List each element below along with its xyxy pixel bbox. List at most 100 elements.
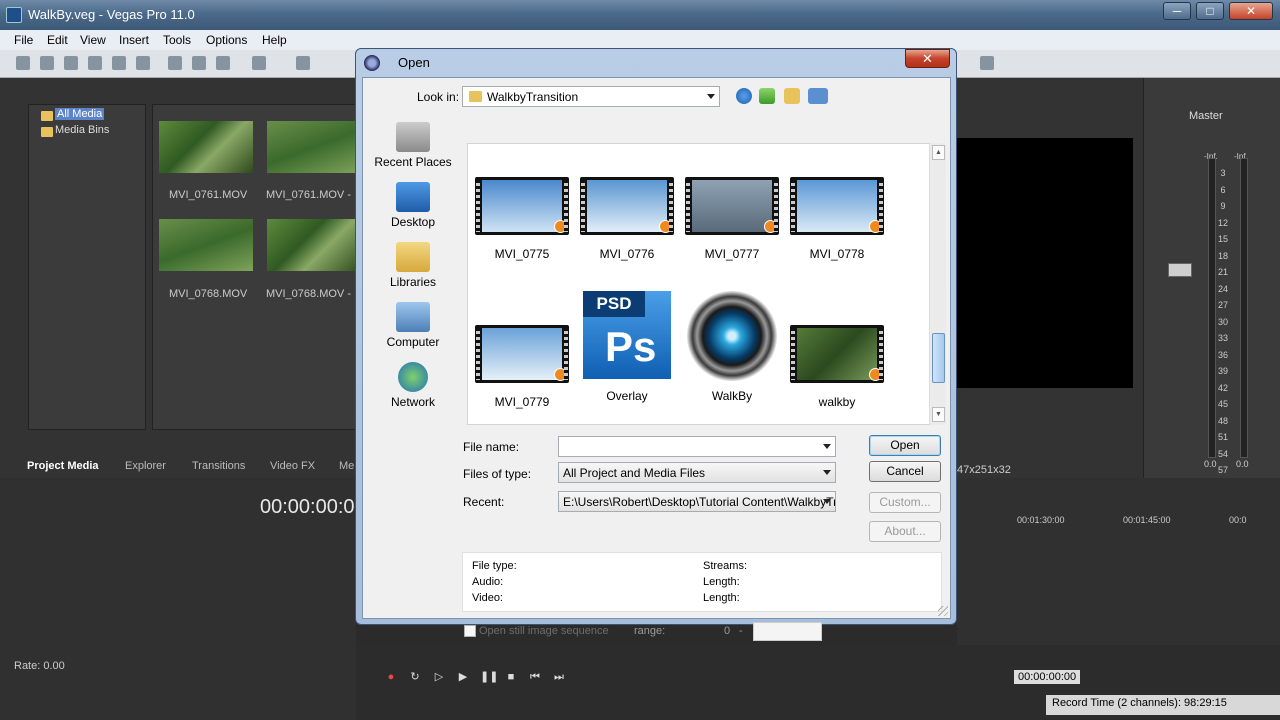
go-to-start-icon[interactable]: ⏮: [528, 670, 542, 684]
open-still-sequence-checkbox[interactable]: [464, 625, 476, 637]
cut-icon[interactable]: [168, 56, 182, 70]
minimize-button[interactable]: ─: [1163, 2, 1191, 20]
meter-tick-label: 6: [1220, 184, 1226, 195]
file-name-input[interactable]: [558, 436, 836, 457]
place-desktop[interactable]: Desktop: [363, 182, 463, 229]
pause-icon[interactable]: ❚❚: [480, 670, 498, 684]
cancel-button[interactable]: Cancel: [869, 461, 941, 482]
copy-icon[interactable]: [192, 56, 206, 70]
file-name-label: File name:: [463, 440, 520, 454]
tab-explorer[interactable]: Explorer: [125, 460, 166, 472]
open-project-icon[interactable]: [40, 56, 54, 70]
loop-icon[interactable]: ↻: [408, 670, 422, 684]
view-menu-icon[interactable]: [808, 88, 828, 104]
meter-tick-label: 51: [1217, 432, 1228, 442]
file-item[interactable]: MVI_0776: [577, 177, 677, 261]
file-item[interactable]: MVI_0775: [472, 177, 572, 261]
file-name: MVI_0776: [599, 247, 655, 261]
file-item[interactable]: walkby: [787, 325, 887, 409]
file-item[interactable]: MVI_0777: [682, 177, 782, 261]
scroll-up-arrow[interactable]: ▲: [932, 145, 945, 160]
record-icon[interactable]: ●: [384, 670, 398, 684]
scroll-down-arrow[interactable]: ▼: [932, 407, 945, 422]
meter-tick-label: 15: [1217, 234, 1228, 244]
timeline-track-list: 00:00:00:0 Rate: 0.00: [0, 478, 356, 720]
redo-icon[interactable]: [296, 56, 310, 70]
open-button[interactable]: Open: [869, 435, 941, 456]
menu-file[interactable]: File: [14, 33, 33, 47]
look-in-dropdown[interactable]: WalkbyTransition: [462, 86, 720, 107]
undo-icon[interactable]: [252, 56, 266, 70]
tab-video-fx[interactable]: Video FX: [270, 460, 315, 472]
menu-view[interactable]: View: [80, 33, 106, 47]
dialog-app-icon: [364, 55, 380, 71]
menu-tools[interactable]: Tools: [163, 33, 191, 47]
save-icon[interactable]: [64, 56, 78, 70]
preview-save-icon[interactable]: [980, 56, 994, 70]
window-title: WalkBy.veg - Vegas Pro 11.0: [28, 7, 195, 22]
back-icon[interactable]: [736, 88, 752, 104]
place-recent-places[interactable]: Recent Places: [363, 122, 463, 169]
dialog-close-button[interactable]: ✕: [905, 49, 950, 68]
paste-icon[interactable]: [216, 56, 230, 70]
video-badge-icon: [659, 220, 672, 233]
files-of-type-label: Files of type:: [463, 467, 532, 481]
file-name: MVI_0777: [704, 247, 760, 261]
up-one-level-icon[interactable]: [759, 88, 775, 104]
menu-options[interactable]: Options: [206, 33, 247, 47]
stop-icon[interactable]: ■: [504, 670, 518, 684]
file-name: Overlay: [606, 389, 648, 403]
media-thumbnail[interactable]: [159, 121, 253, 173]
transport-bar: ● ↻ ▷ ▶ ❚❚ ■ ⏮ ⏭ 00:00:00:00 Record Time…: [356, 645, 1280, 720]
about-button[interactable]: About...: [869, 521, 941, 542]
media-thumbnail[interactable]: [159, 219, 253, 271]
media-thumbnail[interactable]: [267, 121, 355, 173]
meter-tick-label: 36: [1217, 349, 1228, 360]
render-icon[interactable]: [112, 56, 126, 70]
files-of-type-dropdown[interactable]: All Project and Media Files: [558, 462, 836, 483]
video-badge-icon: [869, 368, 882, 381]
play-icon[interactable]: ▶: [456, 670, 470, 684]
ruler-label: 00:01:45:00: [1123, 515, 1171, 525]
range-dash: -: [739, 625, 743, 637]
place-libraries[interactable]: Libraries: [363, 242, 463, 289]
meter-tick-label: 33: [1217, 333, 1228, 343]
file-item[interactable]: MVI_0778: [787, 177, 887, 261]
scrollbar-thumb[interactable]: [932, 333, 945, 383]
tab-project-media[interactable]: Project Media: [27, 460, 99, 472]
tab-media-generators[interactable]: Me: [339, 460, 354, 472]
meter-tick-label: 48: [1217, 415, 1228, 426]
properties-icon[interactable]: [136, 56, 150, 70]
meter-tick-label: 12: [1217, 217, 1228, 228]
maximize-button[interactable]: □: [1196, 2, 1224, 20]
file-item[interactable]: PSD Ps Overlay: [577, 291, 677, 403]
tree-item-all-media[interactable]: All Media: [55, 108, 105, 120]
media-thumbnail[interactable]: [267, 219, 355, 271]
tab-transitions[interactable]: Transitions: [192, 460, 245, 472]
new-project-icon[interactable]: [16, 56, 30, 70]
master-volume-fader[interactable]: [1168, 263, 1192, 277]
menu-insert[interactable]: Insert: [119, 33, 149, 47]
file-list-scrollbar[interactable]: ▲ ▼: [929, 143, 946, 425]
save-as-icon[interactable]: [88, 56, 102, 70]
folder-icon: [41, 111, 53, 121]
recent-dropdown[interactable]: E:\Users\Robert\Desktop\Tutorial Content…: [558, 491, 836, 512]
menu-edit[interactable]: Edit: [47, 33, 68, 47]
place-network[interactable]: Network: [363, 362, 463, 409]
tree-item-media-bins[interactable]: Media Bins: [55, 124, 109, 136]
custom-button[interactable]: Custom...: [869, 492, 941, 513]
file-item[interactable]: WalkBy: [682, 291, 782, 403]
close-button[interactable]: ✕: [1229, 2, 1273, 20]
place-computer[interactable]: Computer: [363, 302, 463, 349]
create-new-folder-icon[interactable]: [784, 88, 800, 104]
go-to-end-icon[interactable]: ⏭: [552, 670, 566, 684]
file-item[interactable]: MVI_0779: [472, 325, 572, 409]
place-label: Network: [390, 395, 435, 409]
meter-tick-label: 42: [1217, 382, 1228, 393]
play-from-start-icon[interactable]: ▷: [432, 670, 446, 684]
range-end-input[interactable]: [753, 622, 822, 641]
menu-help[interactable]: Help: [262, 33, 287, 47]
resize-grip[interactable]: [938, 606, 948, 616]
computer-icon: [396, 302, 430, 332]
value-left: 0.0: [1204, 459, 1217, 469]
